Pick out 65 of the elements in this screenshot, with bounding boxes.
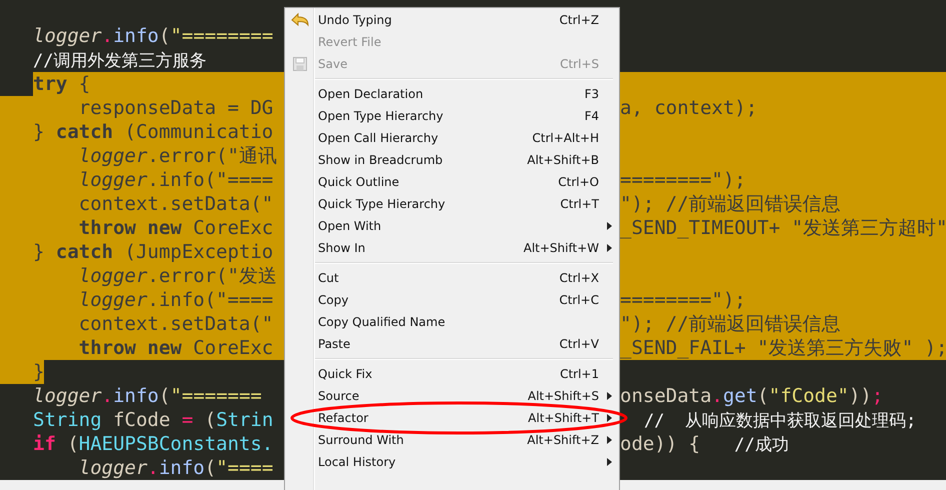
- shortcut-label: Alt+Shift+T: [528, 411, 599, 425]
- code-text: } catch (JumpExceptio: [33, 240, 274, 264]
- code-text: logger.error("发送: [78, 264, 278, 288]
- code-text: onseData.get("fCode"));: [620, 384, 884, 408]
- shortcut-label: Alt+Shift+W: [524, 241, 599, 255]
- menu-item[interactable]: Cut Ctrl+X: [285, 267, 619, 289]
- shortcut-label: Ctrl+Z: [559, 13, 599, 27]
- code-text: "); //前端返回错误信息: [620, 192, 841, 216]
- code-text: throw new CoreExc: [78, 216, 274, 240]
- menu-item[interactable]: Quick Outline Ctrl+O: [285, 171, 619, 193]
- menu-item[interactable]: Show in Breadcrumb Alt+Shift+B: [285, 149, 619, 171]
- menu-item[interactable]: Copy Qualified Name: [285, 311, 619, 333]
- code-text: logger.info("========: [33, 24, 274, 48]
- shortcut-label: F3: [584, 87, 599, 101]
- code-text: } catch (Communicatio: [33, 120, 274, 144]
- shortcut-label: Ctrl+Alt+H: [532, 131, 599, 145]
- code-text: throw new CoreExc: [78, 336, 274, 360]
- code-text: }: [33, 360, 44, 384]
- menu-item[interactable]: Source Alt+Shift+S: [285, 385, 619, 407]
- code-text: ode)) { //成功: [620, 432, 789, 456]
- code-text: a, context);: [620, 96, 758, 120]
- code-text: // 从响应数据中获取返回处理码;: [643, 410, 916, 432]
- code-text: String fCode = (Strin: [33, 408, 274, 432]
- menu-item[interactable]: Open Type Hierarchy F4: [285, 105, 619, 127]
- code-text: context.setData(": [78, 192, 274, 216]
- menu-item[interactable]: Open Call Hierarchy Ctrl+Alt+H: [285, 127, 619, 149]
- code-text: logger.info("====: [78, 288, 274, 312]
- code-text: logger.info("====: [78, 168, 274, 192]
- menu-item[interactable]: Quick Type Hierarchy Ctrl+T: [285, 193, 619, 215]
- menu-item[interactable]: Refactor Alt+Shift+T: [285, 407, 619, 429]
- undo-icon: [290, 12, 310, 28]
- shortcut-label: Ctrl+X: [559, 271, 599, 285]
- menu-item[interactable]: Open Declaration F3: [285, 83, 619, 105]
- save-icon: [292, 56, 308, 72]
- code-text: if (HAEUPSBConstants.: [33, 432, 274, 456]
- shortcut-label: Ctrl+T: [560, 197, 599, 211]
- code-text: //调用外发第三方服务: [33, 50, 208, 72]
- code-text: "); //前端返回错误信息: [620, 312, 841, 336]
- shortcut-label: Ctrl+C: [559, 293, 599, 307]
- shortcut-label: Ctrl+O: [558, 175, 599, 189]
- code-text: try {: [33, 72, 92, 96]
- code-text: ========");: [620, 168, 746, 192]
- menu-item[interactable]: Copy Ctrl+C: [285, 289, 619, 311]
- code-text: logger.info("====: [78, 456, 274, 480]
- shortcut-label: Ctrl+V: [559, 337, 599, 351]
- menu-item[interactable]: Paste Ctrl+V: [285, 333, 619, 355]
- code-text: _SEND_FAIL+ "发送第三方失败" );: [620, 336, 946, 360]
- shortcut-label: F4: [584, 109, 599, 123]
- code-text: ========");: [620, 288, 746, 312]
- code-text: logger.info("=======: [33, 384, 263, 408]
- shortcut-label: Ctrl+S: [560, 57, 599, 71]
- shortcut-label: Alt+Shift+S: [528, 389, 599, 403]
- code-text: responseData = DG: [78, 96, 274, 120]
- shortcut-label: Ctrl+1: [560, 367, 599, 381]
- menu-item[interactable]: Quick Fix Ctrl+1: [285, 363, 619, 385]
- code-text: _SEND_TIMEOUT+ "发送第三方超时": [620, 216, 946, 240]
- menu-item[interactable]: Local History: [285, 451, 619, 473]
- code-text: logger.error("通讯: [78, 144, 278, 168]
- menu-item[interactable]: Surround With Alt+Shift+Z: [285, 429, 619, 451]
- menu-item[interactable]: Open With: [285, 215, 619, 237]
- shortcut-label: Alt+Shift+Z: [527, 433, 599, 447]
- menu-item[interactable]: Undo Typing Ctrl+Z: [285, 9, 619, 31]
- code-text: context.setData(": [78, 312, 274, 336]
- shortcut-label: Alt+Shift+B: [527, 153, 599, 167]
- menu-item[interactable]: Show In Alt+Shift+W: [285, 237, 619, 259]
